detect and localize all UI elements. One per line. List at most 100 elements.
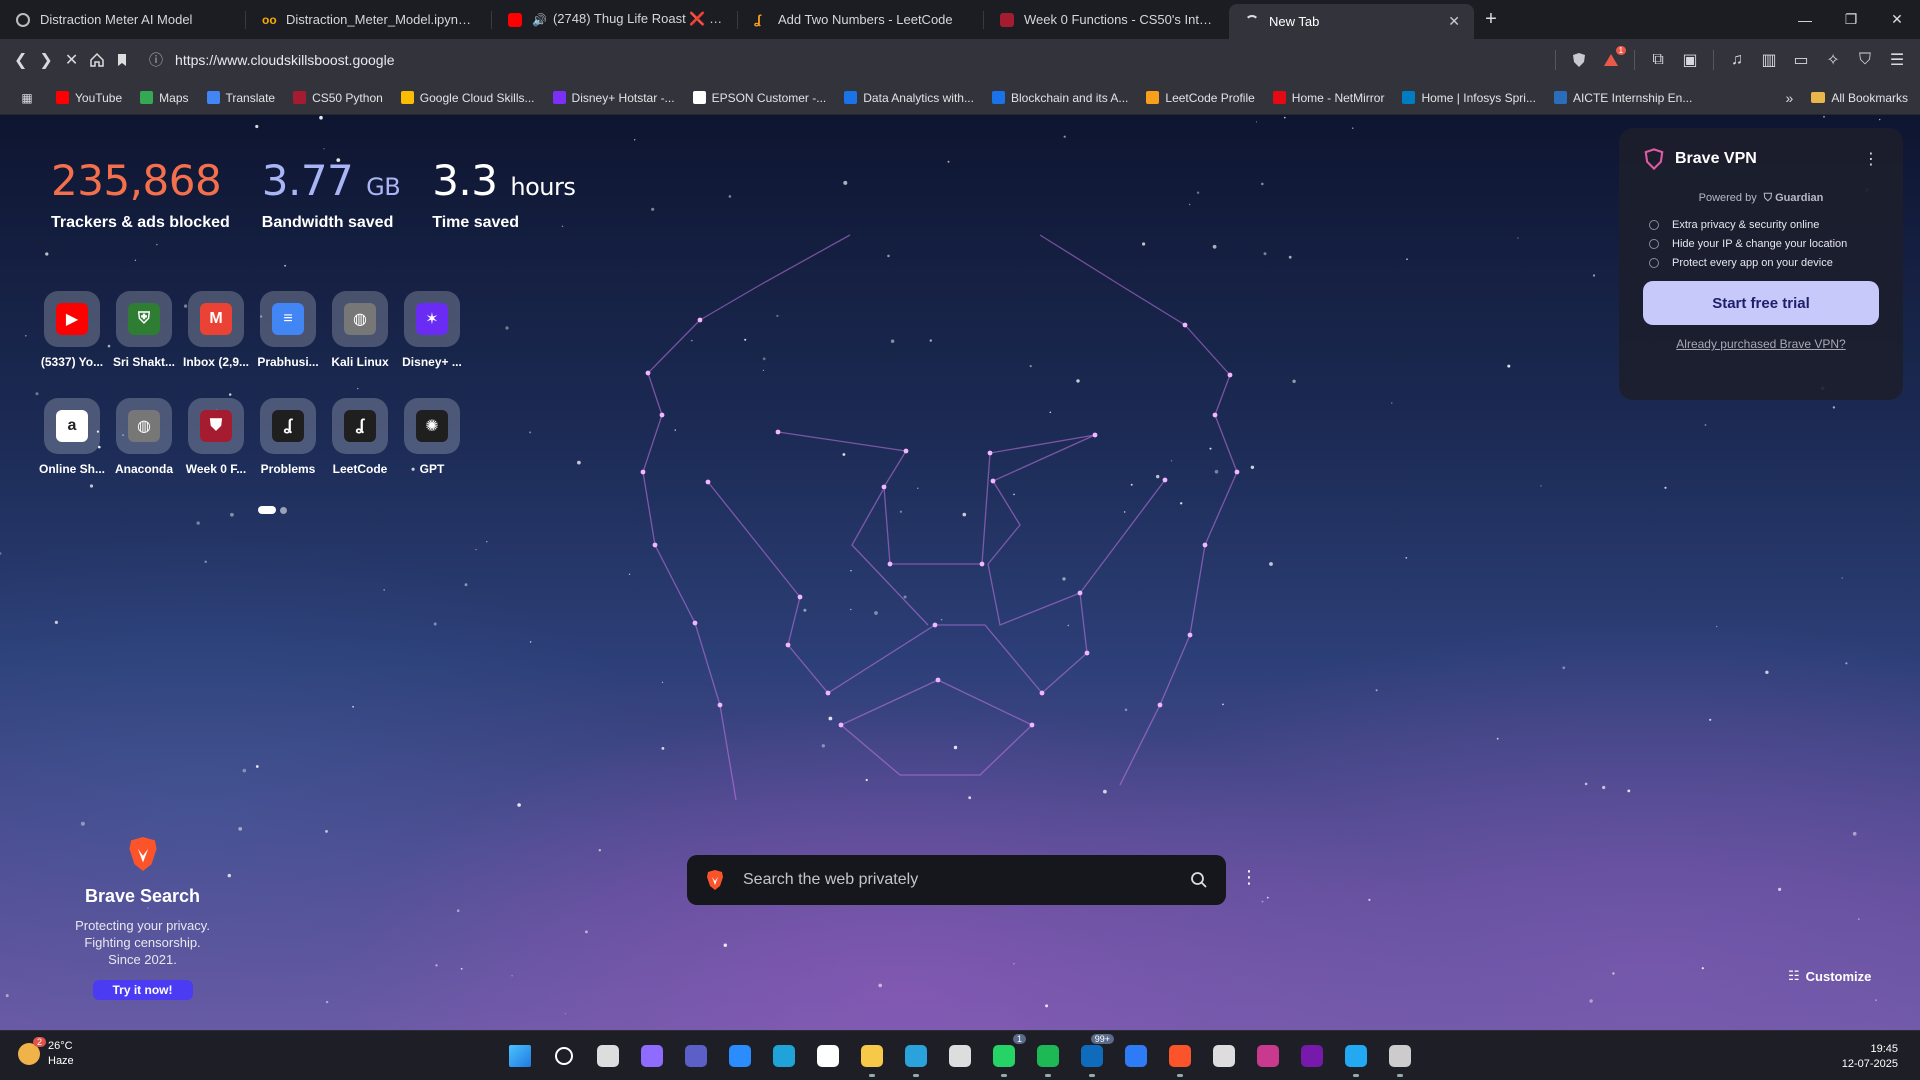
file-explorer-icon[interactable] <box>854 1040 890 1077</box>
star <box>899 510 903 513</box>
bookmark-icon[interactable] <box>110 45 135 75</box>
top-site-tile[interactable]: ⛨ Sri Shakt... <box>108 291 180 369</box>
vpn-icon[interactable]: ⛉ <box>1850 45 1880 75</box>
page-dot-active[interactable] <box>258 506 276 514</box>
top-site-tile[interactable]: ⛊ Week 0 F... <box>180 398 252 476</box>
terminal-icon[interactable] <box>1382 1040 1418 1077</box>
sidebar-icon[interactable]: ▥ <box>1754 45 1784 75</box>
teams-icon[interactable] <box>678 1040 714 1072</box>
top-site-tile[interactable]: ≡ Prabhusi... <box>252 291 324 369</box>
search-icon[interactable] <box>1190 871 1208 889</box>
task-view-icon[interactable] <box>590 1040 626 1072</box>
audio-playing-icon[interactable]: 🔊 <box>532 13 547 27</box>
bookmark-item[interactable]: Google Cloud Skills... <box>400 91 535 105</box>
todo-icon[interactable] <box>1118 1040 1154 1072</box>
top-site-tile[interactable]: ʆ Problems <box>252 398 324 476</box>
try-it-now-button[interactable]: Try it now! <box>92 980 193 1000</box>
weather-widget[interactable]: 2 26°C Haze <box>18 1037 74 1069</box>
whatsapp-icon[interactable]: 1 <box>986 1034 1026 1077</box>
bookmark-item[interactable]: Home - NetMirror <box>1272 91 1384 105</box>
bookmark-item[interactable]: Blockchain and its A... <box>991 91 1128 105</box>
system-clock[interactable]: 19:45 12-07-2025 <box>1842 1042 1898 1072</box>
tab-youtube[interactable]: 🔊 (2748) Thug Life Roast ❌ சுடுது <box>492 0 737 39</box>
brave-shields-icon[interactable] <box>1564 45 1594 75</box>
stop-loading-icon[interactable]: ✕ <box>59 45 84 75</box>
new-tab-page: 235,868 Trackers & ads blocked 3.77 GB B… <box>0 115 1920 1030</box>
close-tab-icon[interactable]: ✕ <box>1448 13 1460 30</box>
bookmark-item[interactable]: Translate <box>206 91 275 105</box>
page-dot[interactable] <box>280 506 287 514</box>
outlook-icon[interactable]: 99+ <box>1074 1034 1114 1077</box>
media-controls-icon[interactable]: ♫ <box>1722 45 1752 75</box>
tab-colab[interactable]: oo Distraction_Meter_Model.ipynb - Col <box>246 0 491 39</box>
bookmark-item[interactable]: CS50 Python <box>293 91 383 105</box>
more-options-icon[interactable]: ⋮ <box>1863 149 1879 169</box>
top-site-tile[interactable]: ◍ Kali Linux <box>324 291 396 369</box>
forward-icon[interactable]: ❯ <box>33 45 58 75</box>
star <box>850 570 852 572</box>
brave-icon[interactable] <box>1162 1040 1198 1077</box>
url-text[interactable]: https://www.cloudskillsboost.google <box>175 52 394 68</box>
spotify-icon[interactable] <box>1030 1040 1066 1077</box>
bookmark-item[interactable]: Home | Infosys Spri... <box>1402 91 1536 105</box>
bookmark-item[interactable]: Maps <box>140 91 189 105</box>
bookmark-item[interactable]: AICTE Internship En... <box>1553 91 1692 105</box>
back-icon[interactable]: ❮ <box>8 45 33 75</box>
top-site-tile[interactable]: ✶ Disney+ ... <box>396 291 468 369</box>
media-player-icon[interactable] <box>942 1040 978 1072</box>
tab-cs50[interactable]: Week 0 Functions - CS50's Introducti <box>984 0 1229 39</box>
bookmark-item[interactable]: LeetCode Profile <box>1146 91 1255 105</box>
already-purchased-link[interactable]: Already purchased Brave VPN? <box>1643 337 1879 351</box>
telegram-icon[interactable] <box>898 1040 934 1077</box>
site-info-icon[interactable]: ⓘ <box>149 50 163 70</box>
bookmark-item[interactable]: EPSON Customer -... <box>692 91 826 105</box>
address-bar[interactable]: ⓘ https://www.cloudskillsboost.google <box>149 45 1549 75</box>
top-site-tile[interactable]: ✺ GPT <box>396 398 468 476</box>
minimize-icon[interactable]: — <box>1782 0 1828 39</box>
top-site-tile[interactable]: a Online Sh... <box>36 398 108 476</box>
new-tab-button[interactable]: + <box>1474 0 1508 39</box>
wallet-icon[interactable]: ▭ <box>1786 45 1816 75</box>
star <box>1103 789 1107 794</box>
vscode-icon[interactable] <box>1338 1040 1374 1077</box>
start-free-trial-button[interactable]: Start free trial <box>1643 281 1879 325</box>
store-icon[interactable] <box>810 1040 846 1072</box>
top-site-tile[interactable]: M Inbox (2,9... <box>180 291 252 369</box>
tab-leetcode[interactable]: ʆ Add Two Numbers - LeetCode <box>738 0 983 39</box>
leo-ai-icon[interactable]: ✧ <box>1818 45 1848 75</box>
top-site-label: Problems <box>260 462 316 476</box>
close-window-icon[interactable]: ✕ <box>1874 0 1920 39</box>
copilot-icon[interactable] <box>634 1040 670 1072</box>
tab-new-tab[interactable]: New Tab ✕ <box>1229 4 1474 39</box>
clock-app-icon[interactable] <box>1206 1040 1242 1072</box>
restore-icon[interactable]: ❐ <box>1828 0 1874 39</box>
affinity-icon[interactable] <box>1250 1040 1286 1072</box>
trackers-label: Trackers & ads blocked <box>51 214 230 231</box>
bookmark-item[interactable]: Data Analytics with... <box>844 91 974 105</box>
all-bookmarks-folder[interactable]: All Bookmarks <box>1811 91 1908 105</box>
search-icon[interactable] <box>546 1040 582 1072</box>
screenshot-icon[interactable]: ▣ <box>1675 45 1705 75</box>
home-icon[interactable] <box>84 45 109 75</box>
search-input[interactable]: Search the web privately <box>743 871 1190 889</box>
search-options-icon[interactable]: ⋮ <box>1240 867 1258 888</box>
top-site-tile[interactable]: ◍ Anaconda <box>108 398 180 476</box>
tab-distraction-meter[interactable]: Distraction Meter AI Model <box>0 0 245 39</box>
top-site-tile[interactable]: ▶ (5337) Yo... <box>36 291 108 369</box>
widgets-icon[interactable] <box>722 1040 758 1072</box>
bookmark-item[interactable]: Disney+ Hotstar -... <box>552 91 675 105</box>
menu-icon[interactable]: ☰ <box>1882 45 1912 75</box>
vpn-feature-text: Protect every app on your device <box>1672 257 1833 269</box>
promo-body: Protecting your privacy. Fighting censor… <box>60 917 225 968</box>
top-site-tile[interactable]: ʆ LeetCode <box>324 398 396 476</box>
extensions-icon[interactable]: ⧉ <box>1643 45 1673 75</box>
search-box[interactable]: Search the web privately <box>687 855 1226 905</box>
start-icon[interactable] <box>502 1040 538 1072</box>
customize-button[interactable]: ☷ Customize <box>1788 968 1871 984</box>
bookmark-item[interactable]: YouTube <box>56 91 122 105</box>
more-bookmarks-icon[interactable]: » <box>1786 90 1794 106</box>
apps-grid-icon[interactable]: ▦ <box>12 83 42 113</box>
onenote-icon[interactable] <box>1294 1040 1330 1072</box>
brave-rewards-icon[interactable]: 1 <box>1596 45 1627 75</box>
edge-icon[interactable] <box>766 1040 802 1072</box>
